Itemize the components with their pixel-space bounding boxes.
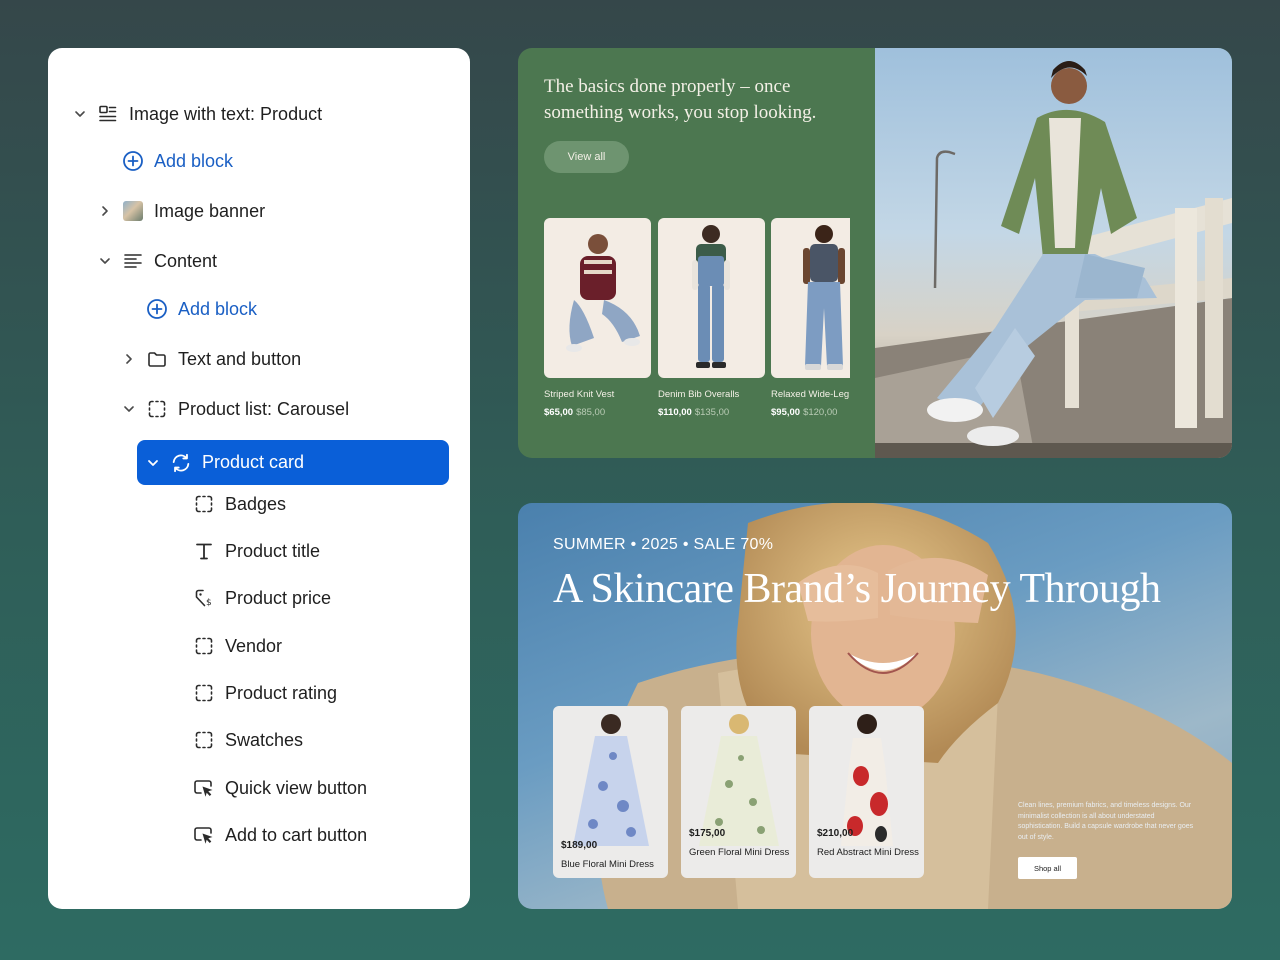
product-image xyxy=(771,218,850,378)
tree-item-swatches[interactable]: Swatches xyxy=(193,720,303,760)
product-price: $95,00 $120,00 xyxy=(771,407,850,418)
view-all-button[interactable]: View all xyxy=(544,141,629,173)
tree-item-text-and-button[interactable]: Text and button xyxy=(122,339,301,379)
price-compare: $135,00 xyxy=(694,407,730,418)
tree-item-label: Quick view button xyxy=(225,777,368,798)
tree-item-label: Swatches xyxy=(225,729,304,750)
product-price: $65,00 $85,00 xyxy=(544,407,651,418)
folder-icon xyxy=(146,348,168,370)
product-price: $210,00 xyxy=(817,828,854,839)
price-current: $65,00 xyxy=(544,407,574,418)
product-name: Relaxed Wide-Leg xyxy=(771,389,850,400)
dashed-square-icon xyxy=(193,635,215,657)
tree-item-content[interactable]: Content xyxy=(98,241,217,281)
tree-item-image-with-text[interactable]: Image with text: Product xyxy=(73,94,322,134)
shop-all-button[interactable]: Shop all xyxy=(1018,857,1077,879)
image-banner-preview: SUMMER • 2025 • SALE 70% A Skincare Bran… xyxy=(518,503,1232,909)
image-with-text-preview: The basics done properly – once somethin… xyxy=(518,48,1232,458)
add-block-label: Add block xyxy=(154,150,234,171)
tree-item-label: Product list: Carousel xyxy=(178,398,350,419)
price-current: $110,00 xyxy=(658,407,692,418)
tree-item-vendor[interactable]: Vendor xyxy=(193,626,282,666)
product-name: Blue Floral Mini Dress xyxy=(561,859,654,870)
tree-item-quick-view-button[interactable]: Quick view button xyxy=(193,768,367,808)
product-image xyxy=(658,218,765,378)
hero-image-man-on-railing xyxy=(875,48,1232,458)
tree-item-label: Product price xyxy=(225,587,332,608)
tree-item-product-list-carousel[interactable]: Product list: Carousel xyxy=(122,389,349,429)
product-price: $175,00 xyxy=(689,828,726,839)
product-price: $189,00 xyxy=(561,840,598,851)
tree-item-label: Product card xyxy=(202,452,305,472)
tree-item-product-price[interactable]: $ Product price xyxy=(193,578,331,618)
cursor-click-icon xyxy=(193,824,215,846)
product-image xyxy=(573,714,649,846)
dashed-square-icon xyxy=(146,398,168,420)
chevron-right-icon[interactable] xyxy=(122,352,136,366)
product-card[interactable]: $210,00 Red Abstract Mini Dress xyxy=(809,706,924,878)
plus-circle-icon xyxy=(122,150,144,172)
product-name: Red Abstract Mini Dress xyxy=(817,847,919,858)
refresh-icon xyxy=(170,452,192,474)
chevron-down-icon[interactable] xyxy=(73,107,87,121)
tree-item-label: Vendor xyxy=(225,635,283,656)
chevron-right-icon[interactable] xyxy=(98,204,112,218)
chevron-down-icon[interactable] xyxy=(146,456,160,470)
add-block-label: Add block xyxy=(178,298,258,319)
add-block-button[interactable]: Add block xyxy=(122,141,233,181)
tree-item-product-card[interactable]: Product card xyxy=(137,440,449,485)
product-image xyxy=(544,218,651,378)
svg-text:$: $ xyxy=(206,598,212,608)
product-card[interactable]: $175,00 Green Floral Mini Dress xyxy=(681,706,796,878)
tree-item-label: Product title xyxy=(225,540,321,561)
price-compare: $120,00 xyxy=(803,407,838,418)
tree-item-label: Content xyxy=(154,250,218,271)
tree-item-label: Text and button xyxy=(178,348,302,369)
product-name: Striped Knit Vest xyxy=(544,389,615,400)
chevron-down-icon[interactable] xyxy=(98,254,112,268)
product-price: $110,00 $135,00 xyxy=(658,407,765,418)
dashed-square-icon xyxy=(193,682,215,704)
carousel-overflow-clip: Relaxed Wide-Leg $95,00 $120,00 xyxy=(771,218,850,448)
price-tag-icon: $ xyxy=(193,587,215,609)
tree-item-add-to-cart-button[interactable]: Add to cart button xyxy=(193,815,367,855)
tree-item-product-rating[interactable]: Product rating xyxy=(193,673,337,713)
tree-item-badges[interactable]: Badges xyxy=(193,484,286,524)
tree-item-label: Badges xyxy=(225,493,287,514)
chevron-down-icon[interactable] xyxy=(122,402,136,416)
product-card[interactable]: Relaxed Wide-Leg $95,00 $120,00 xyxy=(771,218,850,418)
price-current: $95,00 xyxy=(771,407,801,418)
add-block-button[interactable]: Add block xyxy=(146,289,257,329)
cursor-click-icon xyxy=(193,777,215,799)
dashed-square-icon xyxy=(193,493,215,515)
block-tree-panel: Image with text: Product Add block Image… xyxy=(48,48,470,909)
banner-title: A Skincare Brand’s Journey Through xyxy=(553,566,1161,612)
banner-description: Clean lines, premium fabrics, and timele… xyxy=(1018,802,1194,841)
tree-item-label: Image with text: Product xyxy=(129,103,323,124)
product-card[interactable]: Striped Knit Vest $65,00 $85,00 xyxy=(544,218,651,418)
tree-item-image-banner[interactable]: Image banner xyxy=(98,191,265,231)
tree-item-label: Product rating xyxy=(225,682,338,703)
text-lines-icon xyxy=(122,250,144,272)
product-card[interactable]: Denim Bib Overalls $110,00 $135,00 xyxy=(658,218,765,418)
tree-item-label: Image banner xyxy=(154,200,266,221)
section-headline: The basics done properly – once somethin… xyxy=(544,76,817,123)
tree-item-product-title[interactable]: Product title xyxy=(193,531,320,571)
text-t-icon xyxy=(193,540,215,562)
dashed-square-icon xyxy=(193,729,215,751)
price-compare: $85,00 xyxy=(576,407,606,418)
product-name: Green Floral Mini Dress xyxy=(689,847,790,858)
image-thumbnail-icon xyxy=(122,200,144,222)
section-layout-icon xyxy=(97,103,119,125)
product-name: Denim Bib Overalls xyxy=(658,389,740,400)
tree-item-label: Add to cart button xyxy=(225,824,368,845)
product-card[interactable]: $189,00 Blue Floral Mini Dress xyxy=(553,706,668,878)
plus-circle-icon xyxy=(146,298,168,320)
banner-eyebrow: SUMMER • 2025 • SALE 70% xyxy=(553,536,774,553)
